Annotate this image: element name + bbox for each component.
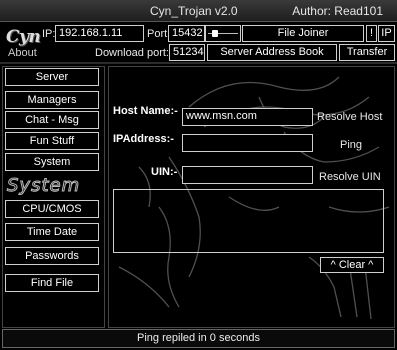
host-name-input[interactable]: www.msn.com [182,108,313,126]
brand-logo-text: Cyn [6,27,41,47]
port-input[interactable]: 15432 [168,25,205,42]
main-panel: Host Name:- www.msn.com Resolve Host IPA… [108,66,395,328]
section-title-system: System [6,175,81,197]
uin-label: UIN:- [151,166,178,178]
nav-managers[interactable]: Managers [5,91,99,109]
file-joiner-button[interactable]: File Joiner [242,25,364,42]
slider-thumb[interactable] [212,30,218,37]
output-box[interactable] [113,189,384,253]
resolve-uin-button[interactable]: Resolve UIN [319,171,381,183]
nav-find-file[interactable]: Find File [5,274,99,292]
uin-input[interactable] [182,166,313,184]
nav-server[interactable]: Server [5,68,99,86]
header-separator [0,62,397,64]
nav-cpu-cmos[interactable]: CPU/CMOS [5,200,99,218]
about-link[interactable]: About [8,47,37,59]
status-bar: Ping repiled in 0 seconds [2,329,395,348]
bang-button[interactable]: ! [366,25,377,42]
download-port-label: Download port: [95,47,169,59]
sidebar: Server Managers Chat - Msg Fun Stuff Sys… [2,66,105,328]
ip-address-label: IPAddress:- [113,133,174,145]
download-port-input[interactable]: 51234 [169,44,205,61]
ip-label: IP: [42,28,56,40]
ip-button[interactable]: IP [378,25,395,42]
clear-button[interactable]: ^ Clear ^ [320,257,384,273]
resolve-host-button[interactable]: Resolve Host [317,111,382,123]
nav-system[interactable]: System [5,153,99,171]
window-title: Cyn_Trojan v2.0 [150,4,238,18]
nav-passwords[interactable]: Passwords [5,247,99,265]
nav-time-date[interactable]: Time Date [5,223,99,241]
server-address-book-button[interactable]: Server Address Book [207,44,337,61]
ip-address-input[interactable] [182,134,313,152]
nav-chat-msg[interactable]: Chat - Msg [5,111,99,129]
port-slider[interactable] [205,25,241,42]
author-label: Author: Read101 [292,4,383,18]
nav-fun-stuff[interactable]: Fun Stuff [5,132,99,150]
port-label: Port: [147,28,171,40]
title-bar: Cyn_Trojan v2.0 Author: Read101 [0,0,397,22]
ping-button[interactable]: Ping [340,139,362,151]
ip-input[interactable]: 192.168.1.11 [55,25,144,42]
host-name-label: Host Name:- [113,105,178,117]
transfer-button[interactable]: Transfer [339,44,395,61]
